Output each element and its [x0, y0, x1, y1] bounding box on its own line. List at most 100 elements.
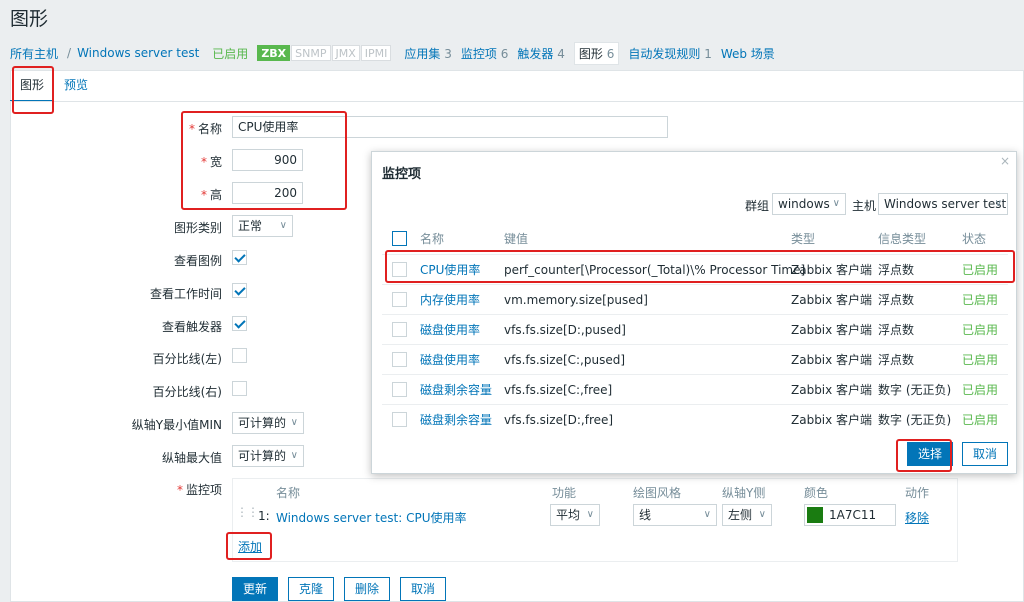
host-label: 主机 [852, 199, 877, 213]
item-name-link[interactable]: Windows server test: CPU使用率 [276, 509, 466, 526]
col-draw-style: 绘图风格 [633, 486, 682, 500]
row-checkbox[interactable] [392, 382, 407, 397]
item-info-type: 浮点数 [878, 353, 915, 367]
table-row[interactable]: 磁盘剩余容量 vfs.fs.size[D:,free] Zabbix 客户端 数… [382, 404, 1008, 434]
col-yaxis-side: 纵轴Y侧 [722, 486, 766, 500]
item-key: vfs.fs.size[C:,pused] [504, 353, 626, 367]
chevron-down-icon: ∨ [290, 450, 298, 461]
update-button[interactable]: 更新 [232, 577, 278, 601]
show-legend-checkbox[interactable] [232, 250, 247, 265]
item-name[interactable]: 磁盘使用率 [420, 315, 480, 345]
item-type: Zabbix 客户端 [791, 383, 873, 397]
table-row[interactable]: 磁盘使用率 vfs.fs.size[C:,pused] Zabbix 客户端 浮… [382, 344, 1008, 374]
table-row[interactable]: 内存使用率 vm.memory.size[pused] Zabbix 客户端 浮… [382, 284, 1008, 314]
host-select[interactable]: Windows server test ∨ [878, 193, 1008, 215]
breadcrumb: 所有主机 / Windows server test 已启用 ZBX SNMP … [10, 40, 1024, 66]
drag-handle-icon[interactable]: ⋮⋮ [236, 505, 259, 519]
close-icon[interactable]: × [1000, 154, 1010, 168]
tab-graph[interactable]: 图形 [10, 70, 55, 102]
popup-title: 监控项 [382, 167, 422, 182]
host-status[interactable]: 已启用 [212, 45, 248, 62]
col-status: 状态 [962, 232, 987, 246]
col-info-type: 信息类型 [878, 232, 927, 246]
show-legend-label: 查看图例 [173, 254, 222, 268]
row-checkbox[interactable] [392, 352, 407, 367]
item-remove-link[interactable]: 移除 [905, 509, 929, 526]
item-type: Zabbix 客户端 [791, 353, 873, 367]
col-name: 名称 [420, 232, 445, 246]
cancel-button[interactable]: 取消 [400, 577, 446, 601]
row-checkbox[interactable] [392, 412, 407, 427]
item-type: Zabbix 客户端 [791, 293, 873, 307]
percentile-right-label: 百分比线(右) [152, 385, 222, 399]
width-input[interactable]: 900 [232, 149, 303, 171]
items-popup: 监控项 × 群组 windows ∨ 主机 Windows server test… [371, 151, 1017, 474]
chevron-down-icon: ∨ [994, 198, 1002, 209]
popup-cancel-button[interactable]: 取消 [962, 442, 1008, 466]
ymax-label: 纵轴最大值 [161, 451, 222, 465]
nav-discovery-rules[interactable]: 自动发现规则 1 [628, 45, 711, 62]
nav-graphs[interactable]: 图形 6 [573, 41, 620, 65]
nav-items[interactable]: 监控项 6 [461, 45, 508, 62]
name-input[interactable]: CPU使用率 [232, 116, 668, 138]
nav-applications[interactable]: 应用集 3 [404, 45, 451, 62]
show-worktime-checkbox[interactable] [232, 283, 247, 298]
percentile-left-checkbox[interactable] [232, 348, 247, 363]
table-row[interactable]: CPU使用率 perf_counter[\Processor(_Total)\%… [382, 254, 1008, 284]
item-index: 1: [258, 509, 270, 523]
popup-table-header: 名称 键值 类型 信息类型 状态 [382, 224, 1008, 254]
page-title: 图形 [10, 8, 49, 30]
row-checkbox[interactable] [392, 262, 407, 277]
height-input[interactable]: 200 [232, 182, 303, 204]
chevron-down-icon: ∨ [279, 220, 287, 231]
group-select[interactable]: windows ∨ [772, 193, 846, 215]
chevron-down-icon: ∨ [832, 198, 840, 209]
select-all-checkbox[interactable] [392, 231, 407, 246]
item-yaxis-select[interactable]: 左侧 ∨ [722, 504, 772, 526]
delete-button[interactable]: 删除 [344, 577, 390, 601]
graph-type-select[interactable]: 正常 ∨ [232, 215, 293, 237]
item-name[interactable]: 磁盘使用率 [420, 345, 480, 375]
item-status: 已启用 [962, 293, 999, 307]
item-key: vfs.fs.size[D:,free] [504, 413, 614, 427]
item-status: 已启用 [962, 383, 999, 397]
breadcrumb-host[interactable]: Windows server test [77, 46, 199, 60]
col-name: 名称 [276, 486, 301, 500]
ymax-select[interactable]: 可计算的 ∨ [232, 445, 304, 467]
color-swatch[interactable] [807, 507, 823, 523]
item-key: vm.memory.size[pused] [504, 293, 648, 307]
col-key: 键值 [504, 232, 529, 246]
table-row[interactable]: 磁盘剩余容量 vfs.fs.size[C:,free] Zabbix 客户端 数… [382, 374, 1008, 404]
chevron-down-icon: ∨ [758, 509, 766, 520]
ymin-select[interactable]: 可计算的 ∨ [232, 412, 304, 434]
item-status: 已启用 [962, 263, 999, 277]
items-label: * 监控项 [176, 483, 222, 497]
row-checkbox[interactable] [392, 292, 407, 307]
item-name[interactable]: 磁盘剩余容量 [420, 375, 492, 405]
tab-preview[interactable]: 预览 [54, 70, 98, 102]
nav-triggers[interactable]: 触发器 4 [517, 45, 564, 62]
percentile-right-checkbox[interactable] [232, 381, 247, 396]
item-key: vfs.fs.size[C:,free] [504, 383, 613, 397]
item-function-select[interactable]: 平均 ∨ [550, 504, 600, 526]
table-row[interactable]: 磁盘使用率 vfs.fs.size[D:,pused] Zabbix 客户端 浮… [382, 314, 1008, 344]
item-status: 已启用 [962, 413, 999, 427]
item-info-type: 浮点数 [878, 323, 915, 337]
item-name[interactable]: 磁盘剩余容量 [420, 405, 492, 435]
item-name[interactable]: 内存使用率 [420, 285, 480, 315]
add-item-link[interactable]: 添加 [238, 538, 262, 555]
item-style-select[interactable]: 线 ∨ [633, 504, 717, 526]
nav-web-scenarios[interactable]: Web 场景 [721, 45, 775, 62]
select-button[interactable]: 选择 [907, 442, 953, 466]
breadcrumb-all-hosts[interactable]: 所有主机 [10, 45, 58, 62]
item-key: perf_counter[\Processor(_Total)\% Proces… [504, 263, 806, 277]
show-triggers-checkbox[interactable] [232, 316, 247, 331]
height-label: * 高 [200, 188, 222, 202]
item-info-type: 浮点数 [878, 293, 915, 307]
row-checkbox[interactable] [392, 322, 407, 337]
color-value: 1A7C11 [829, 508, 877, 522]
clone-button[interactable]: 克隆 [288, 577, 334, 601]
item-name[interactable]: CPU使用率 [420, 255, 480, 285]
item-color-field[interactable]: 1A7C11 [804, 504, 896, 526]
item-status: 已启用 [962, 353, 999, 367]
